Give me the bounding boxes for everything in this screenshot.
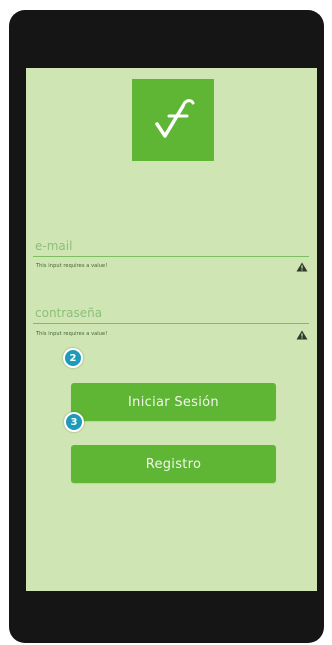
annotation-badge-3: 3 bbox=[64, 412, 84, 432]
email-error-message: This input requires a value! bbox=[36, 263, 108, 269]
annotation-badge-2: 2 bbox=[63, 348, 83, 368]
password-error-message: This input requires a value! bbox=[36, 331, 108, 337]
register-button[interactable]: Registro bbox=[71, 445, 276, 483]
password-warning-icon bbox=[296, 330, 308, 340]
password-field[interactable] bbox=[33, 306, 309, 324]
f-checkmark-logo-icon bbox=[155, 99, 195, 138]
email-warning-icon bbox=[296, 262, 308, 272]
app-logo bbox=[132, 79, 214, 161]
email-field[interactable] bbox=[33, 239, 309, 257]
login-button[interactable]: Iniciar Sesión bbox=[71, 383, 276, 421]
